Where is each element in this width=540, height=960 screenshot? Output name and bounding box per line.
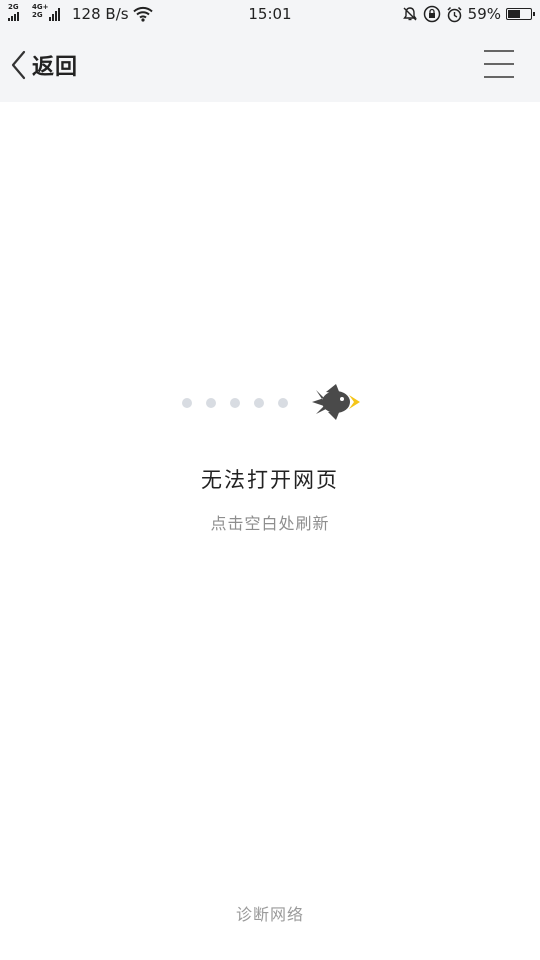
loading-dot xyxy=(278,398,288,408)
refresh-area[interactable]: 无法打开网页 点击空白处刷新 xyxy=(0,102,540,882)
hamburger-menu-icon xyxy=(484,50,514,52)
loading-dot xyxy=(206,398,216,408)
alarm-icon xyxy=(447,6,462,22)
refresh-hint: 点击空白处刷新 xyxy=(210,514,330,533)
status-right: 59% xyxy=(402,4,535,24)
battery-level-fill xyxy=(508,10,520,18)
mute-icon xyxy=(402,7,417,21)
back-label: 返回 xyxy=(32,55,79,80)
chevron-left-icon xyxy=(11,50,26,80)
diagnose-network-link[interactable]: 诊断网络 xyxy=(0,901,540,925)
loading-dot xyxy=(182,398,192,408)
back-button[interactable]: 返回 xyxy=(10,46,78,84)
battery-icon xyxy=(506,8,535,20)
loading-illustration xyxy=(178,380,368,424)
menu-button[interactable] xyxy=(480,46,520,82)
hamburger-line-middle xyxy=(484,63,514,65)
loading-dot xyxy=(254,398,264,408)
hamburger-line-bottom xyxy=(484,76,514,78)
bird-icon xyxy=(312,384,360,420)
rotation-lock-icon xyxy=(423,5,440,23)
error-title: 无法打开网页 xyxy=(201,468,339,492)
nav-bar: 返回 xyxy=(0,28,540,102)
battery-percent: 59% xyxy=(467,5,501,23)
loading-dot xyxy=(230,398,240,408)
status-bar: 2G 4G+ 2G 128 B/s 15:01 59% xyxy=(0,0,540,28)
